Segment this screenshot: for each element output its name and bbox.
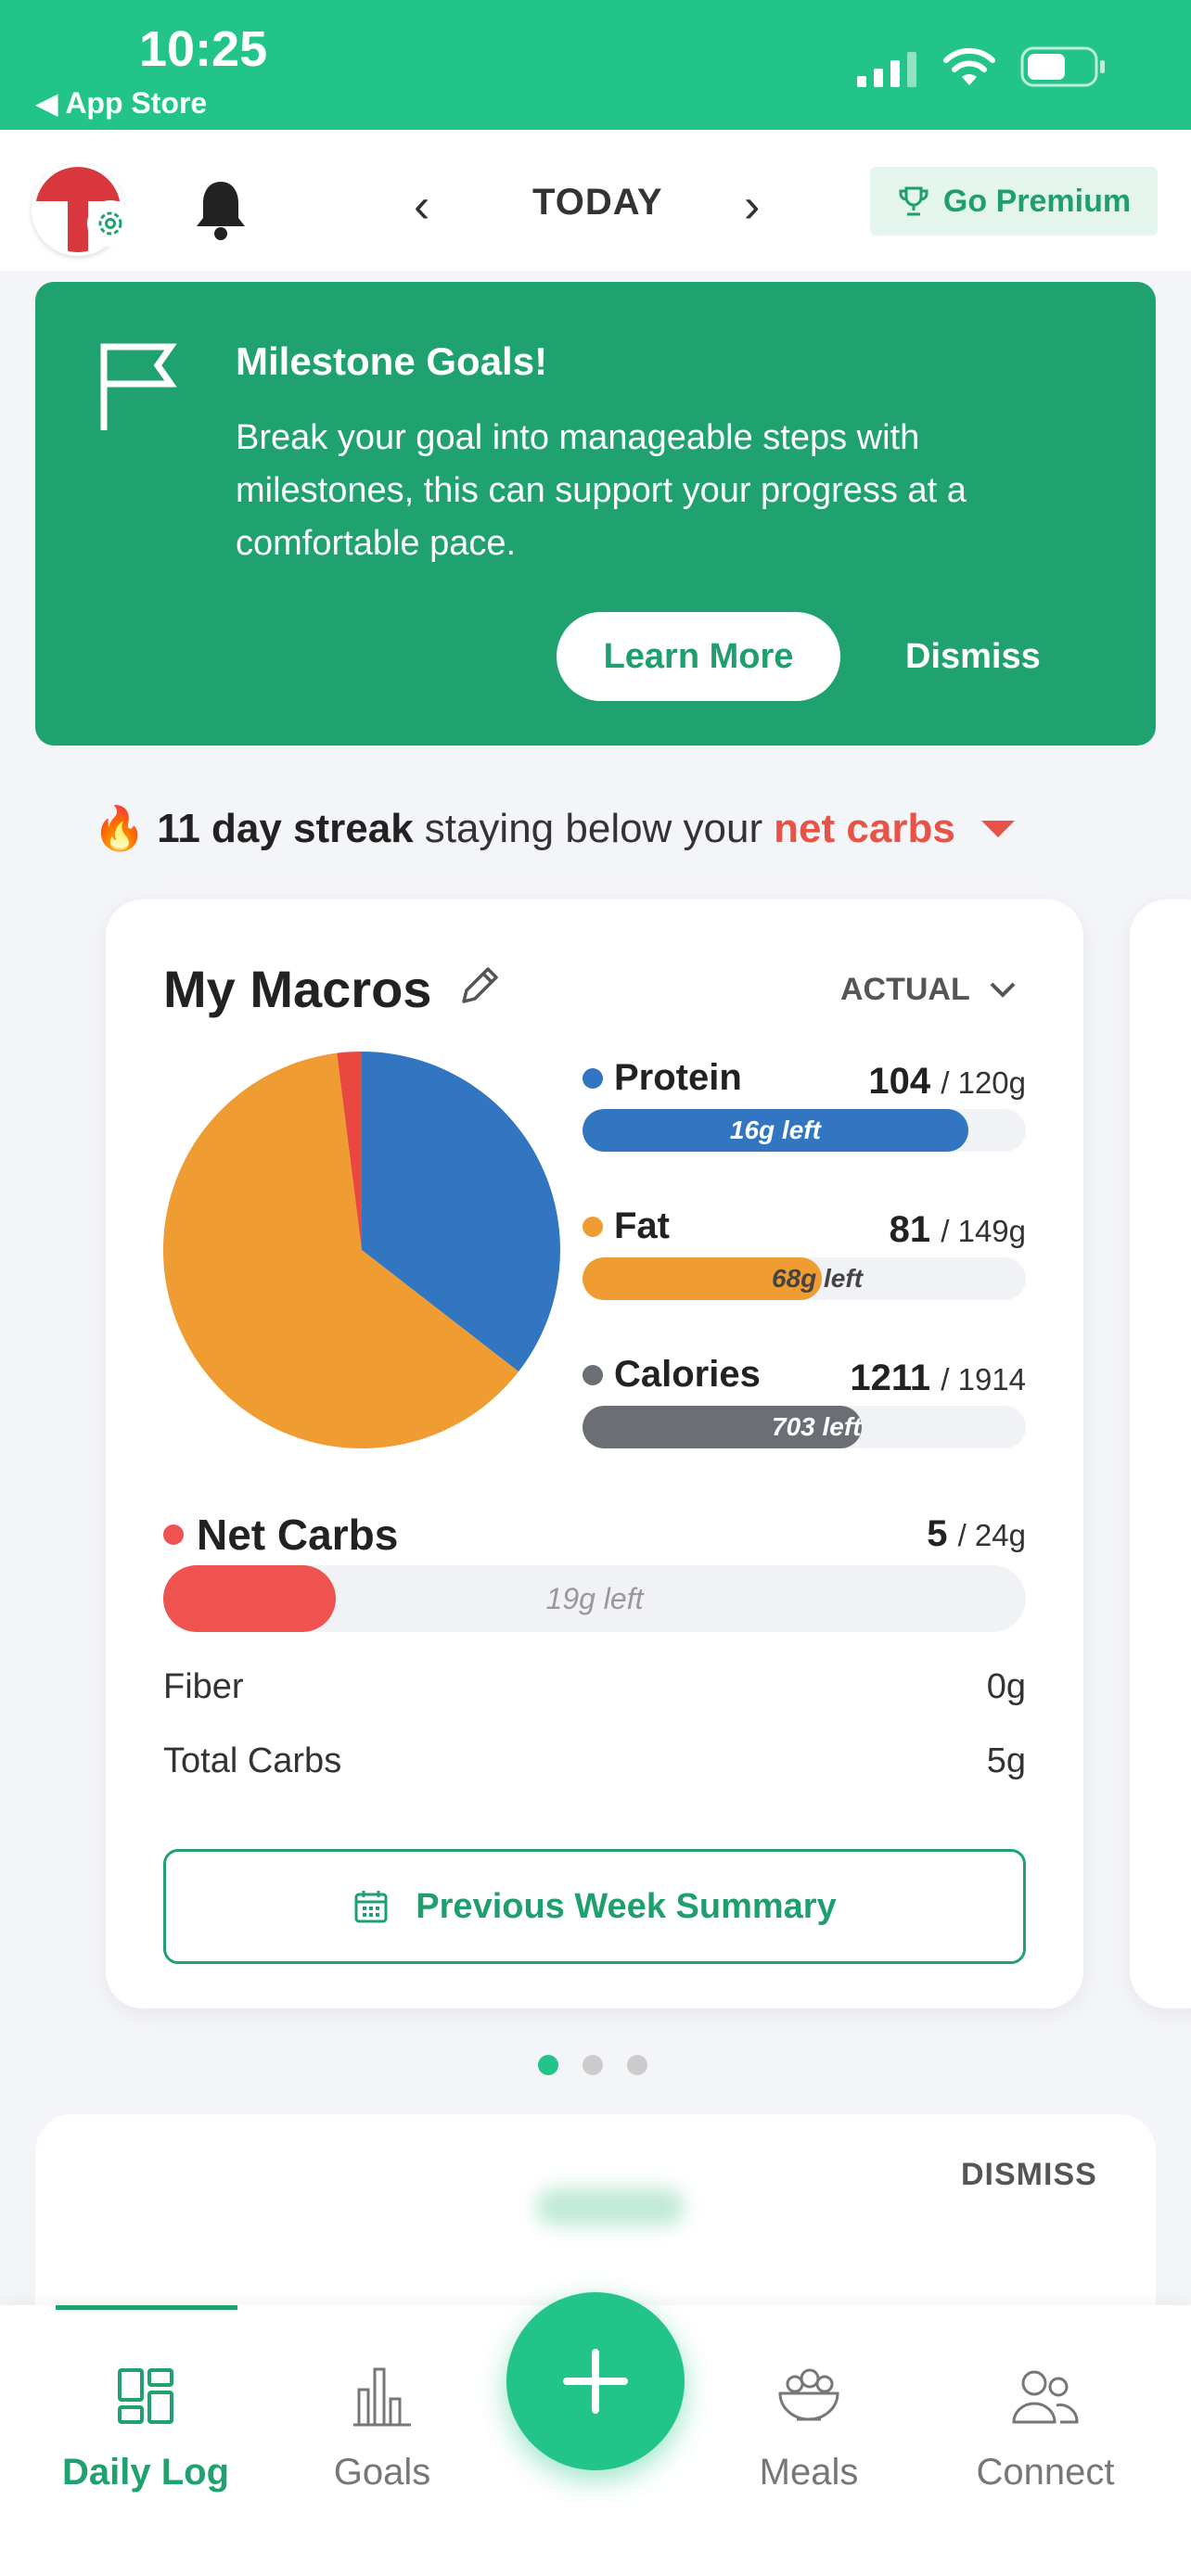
milestone-banner: Milestone Goals! Break your goal into ma… (35, 282, 1156, 746)
net-carbs-name: Net Carbs (197, 1511, 399, 1559)
macros-pie-chart (163, 1052, 560, 1448)
macro-value: 81 / 149g (890, 1209, 1026, 1251)
meals-icon (778, 2368, 839, 2421)
tab-daily-log-label: Daily Log (61, 2452, 230, 2493)
promo-placeholder (536, 2188, 685, 2225)
macros-title: My Macros (163, 960, 432, 1018)
macro-name: Fat (583, 1205, 670, 1247)
plus-icon (563, 2349, 628, 2414)
signal-icon (857, 52, 916, 87)
next-card-peek[interactable] (1130, 899, 1191, 2009)
fiber-label: Fiber (163, 1667, 244, 1706)
streak-count: 11 day streak (157, 805, 414, 851)
tab-connect[interactable]: Connect (939, 2359, 1152, 2493)
macro-amount: 81 (889, 1209, 931, 1250)
previous-week-summary-button[interactable]: Previous Week Summary (163, 1849, 1026, 1964)
page-dot-3[interactable] (627, 2055, 647, 2075)
status-bar: 10:25 ◀ App Store (0, 0, 1191, 130)
streak-message[interactable]: 🔥 11 day streak staying below your net c… (93, 803, 1015, 854)
edit-pencil-icon[interactable] (456, 963, 503, 1009)
daily-log-icon (118, 2368, 173, 2424)
status-icons (857, 46, 1108, 87)
macro-amount: 104 (868, 1061, 931, 1102)
fiber-value: 0g (986, 1667, 1026, 1706)
net-carbs-goal: / 24g (957, 1518, 1026, 1552)
notification-bell-icon[interactable] (193, 176, 249, 241)
macro-name: Calories (583, 1354, 761, 1396)
macro-label: Calories (614, 1354, 761, 1395)
macro-mode-select[interactable]: ACTUAL (840, 972, 1017, 1008)
macro-dot (583, 1216, 603, 1237)
trophy-icon (899, 186, 928, 216)
settings-gear-icon[interactable] (87, 200, 134, 247)
net-carbs-progress-bar: 19g left (163, 1565, 1026, 1632)
macro-remaining: 16g left (729, 1116, 821, 1144)
macro-label: Protein (614, 1057, 742, 1098)
macro-dot (583, 1067, 603, 1089)
fire-icon: 🔥 (93, 804, 147, 852)
macro-progress-bar: 68g left (583, 1257, 1026, 1300)
streak-metric: net carbs (774, 805, 955, 851)
macros-card: My Macros ACTUAL Net Carbs 5 / 24g 19g l… (106, 899, 1083, 2009)
connect-icon (1012, 2370, 1079, 2424)
macro-goal: / 149g (941, 1214, 1026, 1248)
total-carbs-label: Total Carbs (163, 1741, 342, 1780)
previous-day-chevron-icon[interactable]: ‹ (414, 178, 429, 234)
calendar-icon (354, 1891, 388, 1923)
macro-goal: / 1914 (941, 1362, 1026, 1396)
caret-down-icon[interactable] (980, 820, 1015, 837)
banner-title: Milestone Goals! (236, 339, 548, 383)
macro-remaining: 703 left (772, 1412, 862, 1441)
tab-meals[interactable]: Meals (702, 2359, 916, 2493)
dismiss-banner-button[interactable]: Dismiss (905, 612, 1041, 701)
macro-label: Fat (614, 1205, 670, 1246)
macro-amount: 1211 (850, 1358, 931, 1398)
previous-week-summary-label: Previous Week Summary (416, 1886, 837, 1926)
date-title[interactable]: TODAY (532, 182, 663, 223)
total-carbs-row: Total Carbs 5g (163, 1741, 1026, 1781)
next-day-chevron-icon[interactable]: › (744, 178, 760, 234)
battery-icon (1020, 46, 1105, 87)
net-carbs-amount: 5 (927, 1513, 948, 1554)
macro-mode-label: ACTUAL (840, 972, 970, 1007)
tab-daily-log[interactable]: Daily Log (39, 2359, 252, 2493)
carousel-page-indicator[interactable] (538, 2055, 647, 2075)
banner-text: Break your goal into manageable steps wi… (236, 418, 967, 563)
back-to-app-store[interactable]: ◀ App Store (35, 85, 207, 121)
macro-remaining: 68g left (772, 1264, 864, 1293)
macro-progress-bar: 16g left (583, 1109, 1026, 1152)
macro-dot (583, 1364, 603, 1385)
macro-name: Protein (583, 1057, 742, 1099)
net-carbs-value: 5 / 24g (927, 1513, 1026, 1555)
active-tab-indicator (56, 2305, 237, 2310)
page-dot-1[interactable] (538, 2055, 558, 2075)
macro-progress-bar: 703 left (583, 1406, 1026, 1448)
macro-goal: / 120g (941, 1065, 1026, 1100)
macro-value: 1211 / 1914 (850, 1358, 1026, 1399)
page-dot-2[interactable] (583, 2055, 603, 2075)
net-carbs-label: Net Carbs (163, 1510, 398, 1560)
tab-goals-label: Goals (333, 2452, 431, 2493)
go-premium-label: Go Premium (942, 183, 1132, 219)
status-time: 10:25 (139, 21, 268, 77)
fiber-row: Fiber 0g (163, 1667, 1026, 1707)
chevron-down-icon (990, 982, 1016, 998)
net-carbs-remaining: 19g left (545, 1582, 644, 1615)
wifi-icon (943, 48, 995, 85)
tab-meals-label: Meals (759, 2452, 859, 2493)
flag-icon (100, 343, 177, 430)
tab-connect-label: Connect (976, 2452, 1115, 2493)
go-premium-button[interactable]: Go Premium (870, 167, 1158, 236)
add-entry-button[interactable] (506, 2292, 685, 2470)
top-nav: ‹ TODAY › Go Premium (0, 130, 1191, 271)
streak-text: staying below your (424, 805, 763, 851)
dismiss-promo-button[interactable]: DISMISS (961, 2157, 1097, 2193)
bottom-tab-bar: Daily Log Goals Meals Connect (0, 2292, 1191, 2576)
total-carbs-value: 5g (986, 1741, 1026, 1780)
learn-more-button[interactable]: Learn More (557, 612, 840, 701)
macro-value: 104 / 120g (868, 1061, 1026, 1103)
net-carbs-dot (163, 1524, 184, 1545)
tab-goals[interactable]: Goals (275, 2359, 489, 2493)
goals-icon (353, 2367, 411, 2427)
